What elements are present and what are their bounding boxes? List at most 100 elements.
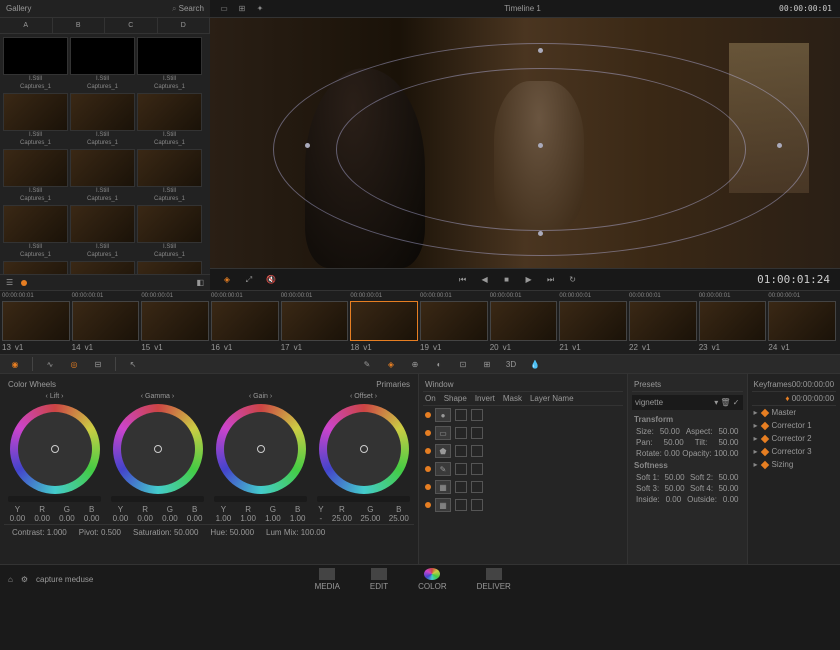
timeline-clip[interactable]: 00:00:00:0115v1	[141, 293, 209, 352]
wheels-icon[interactable]: ◎	[67, 357, 81, 371]
control-point[interactable]	[777, 143, 782, 148]
window-layer-row[interactable]: ⬟	[423, 442, 623, 460]
control-point[interactable]	[305, 143, 310, 148]
master-wheel[interactable]	[214, 496, 307, 502]
gallery-thumbnail[interactable]: I.StillCaptures_1	[70, 149, 135, 203]
gallery-thumbnail[interactable]: I.StillCaptures_1	[3, 149, 68, 203]
settings-icon[interactable]: ⚙	[21, 575, 28, 584]
view-wand-icon[interactable]: ✦	[254, 3, 266, 15]
node-icon[interactable]: ◉	[8, 357, 22, 371]
timeline-clip[interactable]: 00:00:00:0117v1	[281, 293, 349, 352]
mute-icon[interactable]: 🔇	[264, 273, 278, 287]
timeline-clip[interactable]: 00:00:00:0116v1	[211, 293, 279, 352]
gallery-thumbnail[interactable]: I.StillCaptures_1	[137, 261, 202, 274]
sizing-icon[interactable]: ⊞	[480, 357, 494, 371]
timeline-clip[interactable]: 00:00:00:0114v1	[72, 293, 140, 352]
view-single-icon[interactable]: ▭	[218, 3, 230, 15]
timeline-clip[interactable]: 00:00:00:0120v1	[490, 293, 558, 352]
gallery-thumbnail[interactable]: I.StillCaptures_1	[3, 37, 68, 91]
timeline-clip[interactable]: 00:00:00:0121v1	[559, 293, 627, 352]
page-tab-media[interactable]: MEDIA	[315, 568, 340, 591]
key-icon[interactable]: ⊡	[456, 357, 470, 371]
gallery-thumbnail[interactable]: I.StillCaptures_1	[137, 93, 202, 147]
gallery-thumbnail[interactable]: I.StillCaptures_1	[137, 37, 202, 91]
lummix-value[interactable]: 100.00	[301, 528, 325, 537]
list-icon[interactable]: ☰	[6, 278, 13, 287]
window-layer-row[interactable]: ●	[423, 406, 623, 424]
hue-value[interactable]: 50.000	[230, 528, 254, 537]
gallery-thumbnail[interactable]: I.StillCaptures_1	[3, 261, 68, 274]
window-layer-row[interactable]: ▦	[423, 478, 623, 496]
first-frame-button[interactable]: ⏮	[456, 273, 470, 287]
gallery-thumbnail[interactable]: I.StillCaptures_1	[70, 261, 135, 274]
curves-icon[interactable]: ∿	[43, 357, 57, 371]
gallery-thumbnail[interactable]: I.StillCaptures_1	[70, 93, 135, 147]
stop-button[interactable]: ■	[500, 273, 514, 287]
color-wheel-offset[interactable]	[319, 404, 409, 494]
pivot-value[interactable]: 0.500	[101, 528, 121, 537]
gallery-thumbnail[interactable]: I.StillCaptures_1	[137, 205, 202, 259]
home-icon[interactable]: ⌂	[8, 575, 13, 584]
page-tab-deliver[interactable]: DELIVER	[477, 568, 511, 591]
bars-icon[interactable]: ⊟	[91, 357, 105, 371]
keyframe-track[interactable]: ▸Corrector 3	[752, 445, 837, 458]
tracker-icon[interactable]: ⊕	[408, 357, 422, 371]
control-point[interactable]	[538, 143, 543, 148]
gallery-tab[interactable]: A	[0, 18, 53, 33]
gallery-thumbnail[interactable]: I.StillCaptures_1	[137, 149, 202, 203]
timeline-clip[interactable]: 00:00:00:0113v1	[2, 293, 70, 352]
thumbnail-timeline[interactable]: 00:00:00:0113v100:00:00:0114v100:00:00:0…	[0, 290, 840, 354]
timeline-clip[interactable]: 00:00:00:0124v1	[768, 293, 836, 352]
keyframe-track[interactable]: ▸Corrector 2	[752, 432, 837, 445]
record-dot-icon[interactable]	[21, 280, 27, 286]
master-wheel[interactable]	[317, 496, 410, 502]
page-tab-edit[interactable]: EDIT	[370, 568, 388, 591]
wheels-mode[interactable]: Primaries	[376, 380, 410, 389]
qualifier-icon[interactable]: ✎	[360, 357, 374, 371]
color-wheel-lift[interactable]	[10, 404, 100, 494]
play-button[interactable]: ▶	[522, 273, 536, 287]
loop-button[interactable]: ↻	[566, 273, 580, 287]
gallery-thumbnail[interactable]: I.StillCaptures_1	[70, 37, 135, 91]
master-wheel[interactable]	[8, 496, 101, 502]
timeline-clip[interactable]: 00:00:00:0119v1	[420, 293, 488, 352]
window-layer-row[interactable]: ▭	[423, 424, 623, 442]
bypass-icon[interactable]: ◈	[220, 273, 234, 287]
window-layer-row[interactable]: ✎	[423, 460, 623, 478]
gallery-thumbnail[interactable]: I.StillCaptures_1	[3, 93, 68, 147]
control-point[interactable]	[538, 231, 543, 236]
master-wheel[interactable]	[111, 496, 204, 502]
prev-frame-button[interactable]: ◀	[478, 273, 492, 287]
gallery-thumbnail[interactable]: I.StillCaptures_1	[3, 205, 68, 259]
window-icon[interactable]: ◈	[384, 357, 398, 371]
timeline-clip[interactable]: 00:00:00:0123v1	[699, 293, 767, 352]
keyframe-track[interactable]: ▸Master	[752, 406, 837, 419]
last-frame-button[interactable]: ⏭	[544, 273, 558, 287]
view-grid-icon[interactable]: ⊞	[236, 3, 248, 15]
power-window-ellipse-inner[interactable]	[336, 68, 746, 231]
timeline-clip[interactable]: 00:00:00:0118v1	[350, 293, 418, 352]
gallery-thumbnail[interactable]: I.StillCaptures_1	[70, 205, 135, 259]
gallery-tab[interactable]: D	[158, 18, 211, 33]
3d-icon[interactable]: 3D	[504, 357, 518, 371]
color-wheel-gamma[interactable]	[113, 404, 203, 494]
contrast-value[interactable]: 1.000	[47, 528, 67, 537]
search-icon[interactable]: ⌕ Search	[172, 4, 204, 14]
blur-icon[interactable]: ◐	[432, 357, 446, 371]
keyframe-track[interactable]: ▸Corrector 1	[752, 419, 837, 432]
viewer-canvas[interactable]	[210, 18, 840, 268]
drop-icon[interactable]: 💧	[528, 357, 542, 371]
options-icon[interactable]: ◧	[196, 278, 204, 287]
control-point[interactable]	[538, 48, 543, 53]
timeline-clip[interactable]: 00:00:00:0122v1	[629, 293, 697, 352]
page-tab-color[interactable]: COLOR	[418, 568, 446, 591]
arrow-icon[interactable]: ↖	[126, 357, 140, 371]
keyframe-track[interactable]: ▸Sizing	[752, 458, 837, 471]
gallery-tab[interactable]: B	[53, 18, 106, 33]
split-icon[interactable]: ⤢	[242, 273, 256, 287]
saturation-value[interactable]: 50.000	[174, 528, 198, 537]
window-layer-row[interactable]: ▦	[423, 496, 623, 514]
preset-dropdown[interactable]: vignette▾ 🗑 ✓	[632, 395, 742, 410]
gallery-tab[interactable]: C	[105, 18, 158, 33]
color-wheel-gain[interactable]	[216, 404, 306, 494]
